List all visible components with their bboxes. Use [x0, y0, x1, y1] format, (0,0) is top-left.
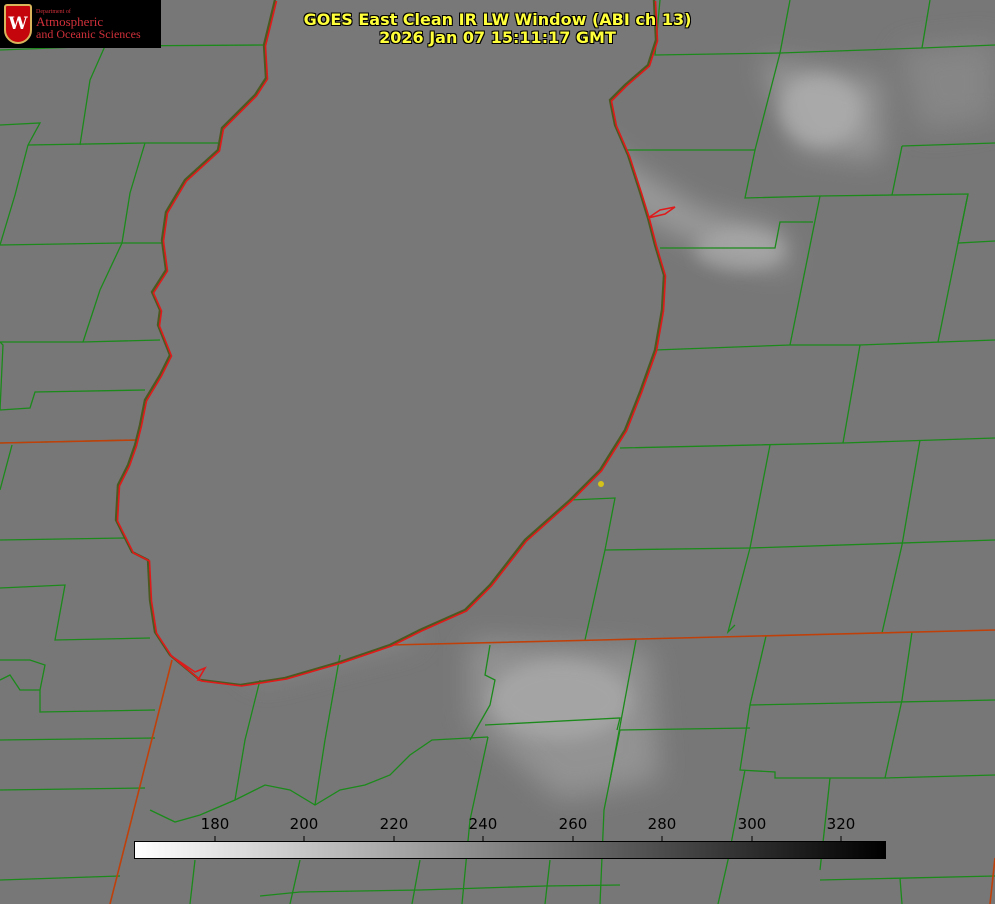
colorbar-tick-label: 300 [737, 815, 767, 833]
colorbar-tick-label: 240 [468, 815, 498, 833]
colorbar-tick-label: 180 [200, 815, 230, 833]
colorbar-tick-label: 200 [289, 815, 319, 833]
title-line-2: 2026 Jan 07 15:11:17 GMT [379, 28, 616, 47]
colorbar-tick-label: 260 [558, 815, 588, 833]
colorbar-tick-label: 220 [379, 815, 409, 833]
location-marker [598, 481, 604, 487]
temperature-colorbar [134, 841, 886, 859]
satellite-map [0, 0, 995, 904]
image-title: GOES East Clean IR LW Window (ABI ch 13)… [0, 11, 995, 47]
colorbar-tick-label: 280 [647, 815, 677, 833]
title-line-1: GOES East Clean IR LW Window (ABI ch 13) [303, 10, 692, 29]
colorbar-tick-label: 320 [826, 815, 856, 833]
